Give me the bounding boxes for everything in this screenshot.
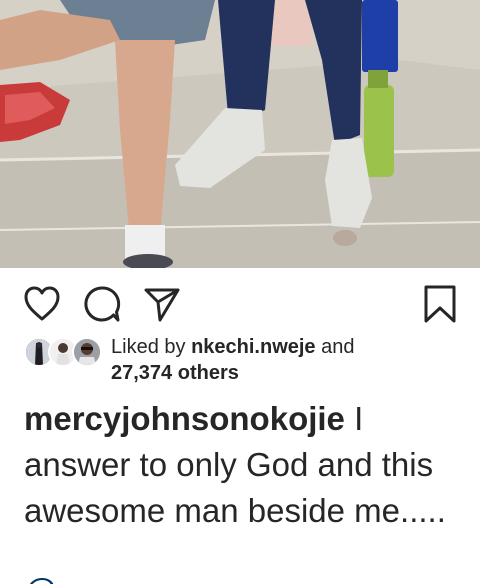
heart-icon [22, 285, 62, 323]
avatar [72, 337, 102, 367]
comment-icon [82, 284, 122, 324]
post-photo-illustration [0, 0, 480, 268]
like-button[interactable] [20, 282, 64, 326]
caption-username-link[interactable]: mercyjohnsonokojie [24, 400, 345, 437]
share-button[interactable] [140, 282, 184, 326]
mention-text: @ [24, 572, 58, 584]
save-button[interactable] [418, 282, 462, 326]
liker-username-link[interactable]: nkechi.nweje [191, 336, 316, 358]
likes-conj: and [321, 336, 355, 358]
likes-prefix: Liked by [111, 336, 186, 358]
direct-share-icon [142, 284, 182, 324]
comment-button[interactable] [80, 282, 124, 326]
post-photo[interactable] [0, 0, 480, 268]
post-caption: mercyjohnsonokojie I answer to only God … [24, 396, 464, 534]
likes-section: Liked by nkechi.nweje and 27,374 others [24, 334, 464, 386]
likes-text: Liked by nkechi.nweje and [111, 334, 355, 360]
bookmark-icon [422, 284, 458, 324]
caption-mention-partial[interactable]: @ [24, 568, 480, 584]
post-action-bar [0, 282, 480, 326]
likes-count-link[interactable]: 27,374 others [111, 360, 239, 386]
liker-avatars[interactable] [24, 337, 108, 369]
